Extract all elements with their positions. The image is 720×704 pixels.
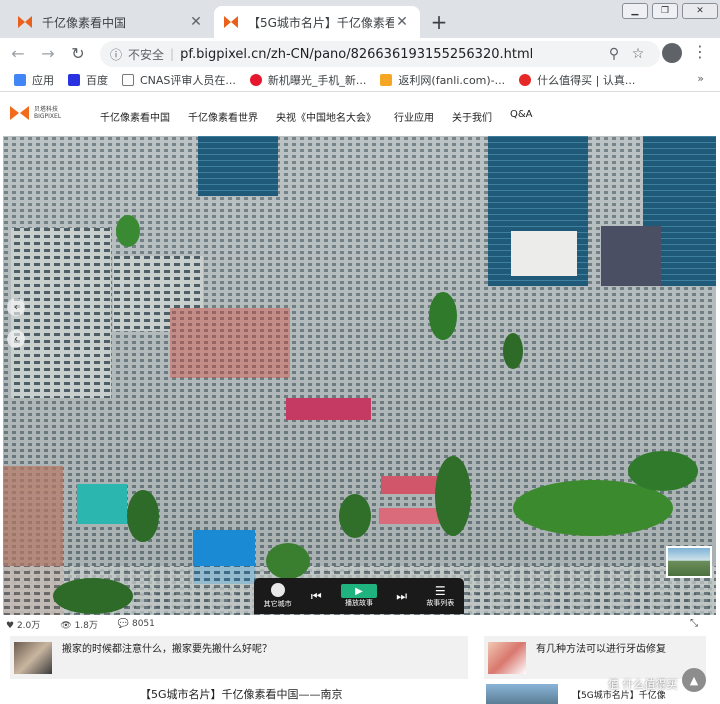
bookmark-label: 新机曝光_手机_新... xyxy=(267,73,367,87)
likes-count: 2.0万 xyxy=(16,620,41,631)
forward-icon[interactable]: → xyxy=(36,44,60,63)
back-icon[interactable]: ← xyxy=(6,44,30,63)
bookmark-label: CNAS评审人员在... xyxy=(140,73,236,87)
city-panorama-image xyxy=(3,136,716,615)
views-stat: 👁 1.8万 xyxy=(60,620,98,631)
weibo-icon xyxy=(249,73,262,86)
logo-mark-icon xyxy=(10,104,32,122)
back-to-top-button[interactable]: ▲ xyxy=(682,668,706,692)
close-tab-icon[interactable]: ✕ xyxy=(394,14,410,30)
tab-inactive[interactable]: 千亿像素看中国 ✕ xyxy=(8,6,214,38)
tab-title: 【5G城市名片】千亿像素看 xyxy=(248,15,394,30)
story-list-label: 故事列表 xyxy=(426,599,455,607)
bookmark-cnas[interactable]: CNAS评审人员在... xyxy=(122,72,236,88)
logo-cn: 贝塔科技 xyxy=(34,106,59,113)
apps-grid-icon xyxy=(14,73,26,86)
card-thumbnail xyxy=(488,641,526,674)
new-tab-button[interactable]: + xyxy=(428,10,450,34)
page-title: 【5G城市名片】千亿像素看中国——南京 xyxy=(140,688,343,701)
site-logo[interactable]: 贝塔科技 BIGPIXEL xyxy=(10,104,61,122)
watermark-text: 值 什么值得买 xyxy=(608,678,678,691)
views-count: 1.8万 xyxy=(74,620,98,631)
profile-avatar-icon[interactable] xyxy=(662,43,682,63)
star-icon[interactable]: ☆ xyxy=(626,46,650,62)
close-tab-icon[interactable]: ✕ xyxy=(188,14,204,30)
card-thumbnail xyxy=(14,641,52,674)
stats-bar: ♥ 2.0万 👁 1.8万 💬 8051 ⤡ xyxy=(0,615,720,633)
panorama-viewer[interactable]: ‹ ‹ xyxy=(3,136,716,615)
pan-left-alt-icon[interactable]: ‹ xyxy=(7,330,25,348)
bookmark-weibo[interactable]: 新机曝光_手机_新... xyxy=(249,72,367,88)
minimap-thumbnail[interactable] xyxy=(666,546,712,578)
comments-count: 8051 xyxy=(131,619,155,629)
bookmark-fanli[interactable]: 返利网(fanli.com)-... xyxy=(380,72,505,88)
likes-stat[interactable]: ♥ 2.0万 xyxy=(6,618,50,631)
browser-toolbar: ← → ↻ ⓘ 不安全 | pf.bigpixel.cn/zh-CN/pano/… xyxy=(0,38,720,68)
smzdm-icon xyxy=(519,73,532,86)
next-icon[interactable]: ⏭ xyxy=(396,589,407,604)
nav-item-industry[interactable]: 行业应用 xyxy=(394,109,434,124)
other-cities-button[interactable]: 其它城市 xyxy=(264,583,292,609)
chevron-more-icon[interactable]: » xyxy=(697,72,704,85)
story-player-bar: 其它城市 ⏮ ▶ 播放故事 ⏭ ☰ 故事列表 xyxy=(254,578,464,614)
search-icon[interactable]: ⚲ xyxy=(602,46,626,62)
comments-stat[interactable]: 💬 8051 xyxy=(118,619,165,629)
tab-strip: 千亿像素看中国 ✕ 【5G城市名片】千亿像素看 ✕ + ▁ ❐ ✕ xyxy=(0,0,720,38)
other-cities-label: 其它城市 xyxy=(263,600,292,608)
site-nav: 千亿像素看中国 千亿像素看世界 央视《中国地名大会》 行业应用 关于我们 Q&A xyxy=(100,109,551,124)
minimize-button[interactable]: ▁ xyxy=(622,3,648,19)
nav-item-qa[interactable]: Q&A xyxy=(510,109,533,124)
site-favicon-icon xyxy=(18,16,32,28)
play-story-button[interactable]: ▶ 播放故事 xyxy=(340,584,377,608)
url-text[interactable]: pf.bigpixel.cn/zh-CN/pano/82663619315525… xyxy=(180,47,602,62)
nav-item-about[interactable]: 关于我们 xyxy=(452,109,492,124)
logo-en: BIGPIXEL xyxy=(34,113,62,120)
info-icon[interactable]: ⓘ xyxy=(110,46,122,63)
window-controls: ▁ ❐ ✕ xyxy=(620,0,720,22)
related-card[interactable]: 搬家的时候都注意什么，搬家要先搬什么好呢？ xyxy=(10,636,468,679)
baidu-paw-icon xyxy=(68,73,80,86)
tab-active[interactable]: 【5G城市名片】千亿像素看 ✕ xyxy=(214,6,420,38)
nav-item-china[interactable]: 千亿像素看中国 xyxy=(100,109,170,124)
site-favicon-icon xyxy=(224,16,238,28)
story-list-button[interactable]: ☰ 故事列表 xyxy=(426,584,454,608)
bookmark-label: 百度 xyxy=(86,73,108,87)
globe-icon xyxy=(270,583,285,597)
bookmark-label: 什么值得买 | 认真... xyxy=(537,73,636,87)
nav-item-cctv[interactable]: 央视《中国地名大会》 xyxy=(276,109,376,124)
fullscreen-icon[interactable]: ⤡ xyxy=(690,618,698,629)
security-label: 不安全 xyxy=(128,47,165,62)
list-icon: ☰ xyxy=(434,584,446,598)
related-card[interactable]: 有几种方法可以进行牙齿修复 xyxy=(484,636,706,679)
bookmark-smzdm[interactable]: 什么值得买 | 认真... xyxy=(519,72,635,88)
document-icon xyxy=(122,73,134,86)
play-story-label: 播放故事 xyxy=(344,599,373,607)
card-title: 有几种方法可以进行牙齿修复 xyxy=(536,644,666,655)
bookmarks-bar: 应用 百度 CNAS评审人员在... 新机曝光_手机_新... 返利网(fanl… xyxy=(0,68,720,92)
bookmark-baidu[interactable]: 百度 xyxy=(68,72,108,88)
reload-icon[interactable]: ↻ xyxy=(66,44,90,63)
pan-left-icon[interactable]: ‹ xyxy=(7,298,25,316)
divider: | xyxy=(170,47,175,61)
restore-button[interactable]: ❐ xyxy=(652,3,678,19)
bookmark-label: 应用 xyxy=(32,73,54,87)
more-menu-icon[interactable]: ⋮ xyxy=(692,42,708,61)
fanli-icon xyxy=(380,73,393,86)
logo-text: 贝塔科技 BIGPIXEL xyxy=(34,106,61,120)
tab-title: 千亿像素看中国 xyxy=(42,15,127,30)
site-header: 贝塔科技 BIGPIXEL 千亿像素看中国 千亿像素看世界 央视《中国地名大会》 … xyxy=(0,92,720,136)
nav-item-world[interactable]: 千亿像素看世界 xyxy=(188,109,258,124)
bookmark-apps[interactable]: 应用 xyxy=(14,72,54,88)
card-thumbnail xyxy=(486,684,558,704)
previous-icon[interactable]: ⏮ xyxy=(311,589,322,604)
play-icon: ▶ xyxy=(340,584,377,598)
address-bar[interactable]: ⓘ 不安全 | pf.bigpixel.cn/zh-CN/pano/826636… xyxy=(100,41,660,67)
card-title: 搬家的时候都注意什么，搬家要先搬什么好呢？ xyxy=(62,644,272,655)
close-window-button[interactable]: ✕ xyxy=(682,3,718,19)
bookmark-label: 返利网(fanli.com)-... xyxy=(398,73,506,87)
